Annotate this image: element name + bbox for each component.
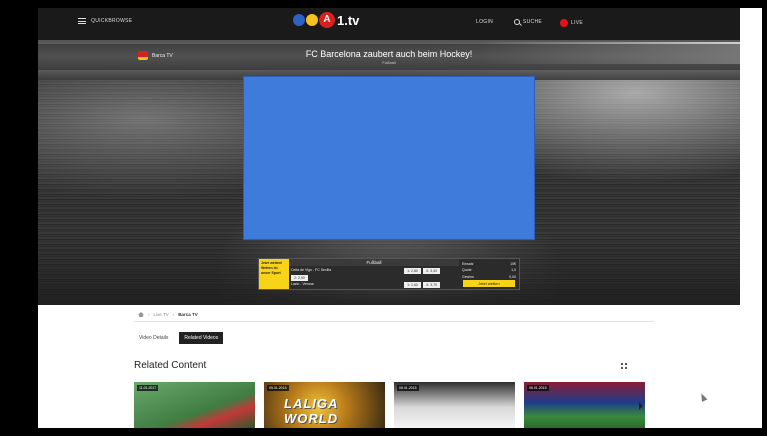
- login-link[interactable]: LOGIN: [476, 19, 493, 25]
- hamburger-icon: [78, 18, 86, 24]
- logo-text: 1.tv: [337, 12, 360, 28]
- quickbrowse-label: QUICKBROWSE: [91, 18, 133, 24]
- tab-related-videos[interactable]: Related Videos: [179, 332, 224, 344]
- quickbrowse-menu[interactable]: QUICKBROWSE: [78, 18, 132, 24]
- site-logo[interactable]: A 1.tv: [293, 12, 359, 28]
- breadcrumb-live-tv[interactable]: Live TV: [154, 312, 169, 317]
- video-player[interactable]: [243, 76, 535, 240]
- betting-widget: Jetzt wetten! Wetten ist unser Sport Fuß…: [258, 258, 520, 290]
- related-thumbnails: 11.01.2017 09.01.2015 LALIGA WORLD 05.01…: [134, 382, 645, 428]
- tab-video-details[interactable]: Video Details: [134, 332, 173, 344]
- logo-ball-yellow: [306, 14, 318, 26]
- video-date: 09.01.2015: [267, 385, 289, 391]
- related-video-1[interactable]: 11.01.2017: [134, 382, 255, 428]
- betting-sport-header: Fußball: [289, 259, 459, 266]
- video-date: 06.01.2015: [527, 385, 549, 391]
- side-margin: [740, 8, 762, 428]
- betting-promo[interactable]: Jetzt wetten! Wetten ist unser Sport: [259, 259, 289, 289]
- video-date: 11.01.2017: [137, 385, 159, 391]
- bet-slip-win-row: Gewinn 0,00: [462, 274, 516, 280]
- match-1-name: Celta de Vigo - FC Sevilla: [291, 268, 332, 272]
- related-content-title: Related Content: [134, 360, 207, 371]
- video-title-bar: Barca TV FC Barcelona zaubert auch beim …: [38, 44, 740, 70]
- match-2-name: Lazio - Verona: [291, 282, 314, 286]
- breadcrumb-separator: ›: [148, 312, 150, 317]
- place-bet-button[interactable]: Jetzt wetten: [463, 280, 515, 287]
- related-video-2[interactable]: 09.01.2015 LALIGA WORLD: [264, 382, 385, 428]
- search-link[interactable]: SUCHE: [514, 19, 542, 25]
- top-navigation: QUICKBROWSE A 1.tv LOGIN SUCHE LIVE: [38, 8, 740, 40]
- related-video-3[interactable]: 05.01.2015: [394, 382, 515, 428]
- breadcrumb-separator: ›: [172, 312, 175, 317]
- match-1-odds-home[interactable]: 1: 2,80: [404, 268, 421, 274]
- live-icon: [560, 19, 568, 27]
- related-video-4[interactable]: 06.01.2015: [524, 382, 645, 428]
- laliga-world-logo: LALIGA WORLD: [284, 396, 339, 426]
- home-icon[interactable]: [138, 312, 144, 317]
- logo-ball-red: A: [319, 12, 335, 28]
- bet-slip-win-value: 0,00: [509, 274, 516, 279]
- bet-slip: Einsatz 10€ Quote 1,0 Gewinn 0,00 Jetzt …: [459, 259, 519, 289]
- match-1-odds-away[interactable]: 2: 2,50: [291, 275, 308, 281]
- website-page: QUICKBROWSE A 1.tv LOGIN SUCHE LIVE Barc…: [38, 8, 740, 428]
- search-label: SUCHE: [523, 19, 543, 25]
- match-2-odds-draw[interactable]: X: 3,70: [423, 282, 440, 288]
- login-label: LOGIN: [476, 19, 494, 25]
- bet-slip-win-label: Gewinn: [462, 274, 474, 279]
- grid-view-icon[interactable]: [621, 363, 627, 369]
- video-date: 05.01.2015: [397, 385, 419, 391]
- next-arrow-icon[interactable]: [639, 402, 643, 410]
- match-2-odds-home[interactable]: 1: 1,60: [404, 282, 421, 288]
- breadcrumb: › Live TV › Barca TV: [134, 308, 654, 322]
- search-icon: [514, 19, 520, 25]
- video-category: Fußball: [382, 60, 396, 65]
- breadcrumb-current: Barca TV: [178, 312, 198, 317]
- video-title: FC Barcelona zaubert auch beim Hockey!: [305, 49, 473, 59]
- video-tabs: Video Details Related Videos: [134, 332, 224, 344]
- live-link[interactable]: LIVE: [560, 19, 583, 27]
- live-label: LIVE: [571, 20, 584, 26]
- logo-ball-blue: [293, 14, 305, 26]
- match-1-odds-draw[interactable]: X: 3,40: [423, 268, 440, 274]
